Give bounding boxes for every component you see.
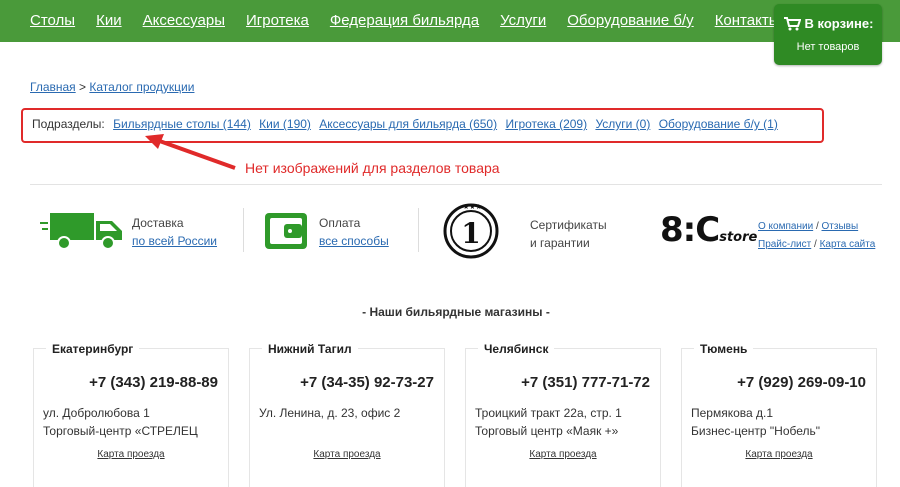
shopping-cart-icon (783, 16, 801, 30)
subsections-label: Подразделы: (32, 117, 105, 131)
shop-address: Пермякова д.1 Бизнес-центр "Нобель" (691, 404, 820, 440)
subsection-link-accessories[interactable]: Аксессуары для бильярда (650) (319, 117, 497, 131)
shop-address-line1: Троицкий тракт 22а, стр. 1 (475, 406, 622, 420)
shop-city: Екатеринбург (46, 342, 140, 356)
shop-map-link[interactable]: Карта проезда (745, 449, 812, 460)
nav-item-services[interactable]: Услуги (500, 12, 546, 29)
feature-delivery-title: Доставка (132, 216, 184, 230)
store-logo-mark: 8:C (660, 210, 720, 250)
shop-address-line1: Пермякова д.1 (691, 406, 774, 420)
shop-card: Тюмень +7 (929) 269-09-10 Пермякова д.1 … (681, 342, 877, 487)
annotation-arrow-icon (145, 134, 236, 170)
link-sitemap[interactable]: Карта сайта (820, 239, 876, 250)
shop-address-line2: Торговый центр «Маяк +» (475, 424, 619, 438)
store-logo-sub: store (719, 230, 758, 245)
shop-address-line1: Ул. Ленина, д. 23, офис 2 (259, 406, 401, 420)
breadcrumb-separator: > (79, 80, 87, 94)
feature-payment: Оплата все способы (319, 216, 389, 271)
top-nav: Столы Кии Аксессуары Игротека Федерация … (0, 0, 900, 42)
feature-payment-title: Оплата (319, 216, 361, 230)
feature-payment-link[interactable]: все способы (319, 234, 389, 248)
subsection-link-cues[interactable]: Кии (190) (259, 117, 311, 131)
shop-phone: +7 (929) 269-09-10 (737, 374, 866, 391)
nav-item-tables[interactable]: Столы (30, 12, 75, 29)
nav-item-federation[interactable]: Федерация бильярда (330, 12, 479, 29)
cart-widget[interactable]: В корзине: Нет товаров (774, 4, 882, 65)
shop-address-line1: ул. Добролюбова 1 (43, 406, 150, 420)
wallet-icon (265, 213, 307, 249)
feature-divider (243, 208, 244, 252)
shop-phone: +7 (343) 219-88-89 (89, 374, 218, 391)
store-links: О компании / Отзывы Прайс-лист / Карта с… (758, 218, 875, 254)
link-reviews[interactable]: Отзывы (822, 221, 859, 232)
shop-address: Троицкий тракт 22а, стр. 1 Торговый цент… (475, 404, 622, 440)
cart-status: Нет товаров (796, 41, 860, 53)
feature-certificates-line2: и гарантии (530, 236, 590, 250)
certificate-badge-icon: ★★★ 1 (443, 203, 499, 259)
shop-map-link[interactable]: Карта проезда (529, 449, 596, 460)
breadcrumb-current[interactable]: Каталог продукции (89, 80, 194, 94)
feature-certificates: Сертификаты и гарантии (530, 216, 607, 271)
shop-card: Нижний Тагил +7 (34-35) 92-73-27 Ул. Лен… (249, 342, 445, 487)
annotation-text: Нет изображений для разделов товара (245, 160, 500, 176)
shop-city: Нижний Тагил (262, 342, 358, 356)
shop-city: Челябинск (478, 342, 555, 356)
subsection-link-games[interactable]: Игротека (209) (505, 117, 587, 131)
shop-address-line2: Бизнес-центр "Нобель" (691, 424, 821, 438)
shop-map-link[interactable]: Карта проезда (313, 449, 380, 460)
shop-card: Екатеринбург +7 (343) 219-88-89 ул. Добр… (33, 342, 229, 487)
shop-address: ул. Добролюбова 1 Торговый-центр «СТРЕЛЕ… (43, 404, 198, 440)
shop-address-line2: Торговый-центр «СТРЕЛЕЦ (43, 424, 198, 438)
delivery-truck-icon (40, 213, 122, 250)
cart-title-row: В корзине: (774, 16, 882, 31)
divider (30, 184, 882, 185)
subsection-link-services[interactable]: Услуги (0) (595, 117, 650, 131)
shop-phone: +7 (351) 777-71-72 (521, 374, 650, 391)
breadcrumb: Главная > Каталог продукции (30, 80, 194, 94)
shop-phone: +7 (34-35) 92-73-27 (300, 374, 434, 391)
shops-title: - Наши бильярдные магазины - (362, 305, 550, 319)
link-about[interactable]: О компании (758, 221, 813, 232)
nav-item-cues[interactable]: Кии (96, 12, 122, 29)
subsection-link-tables[interactable]: Бильярдные столы (144) (113, 117, 251, 131)
feature-certificates-line1: Сертификаты (530, 218, 607, 232)
nav-item-games[interactable]: Игротека (246, 12, 309, 29)
shop-city: Тюмень (694, 342, 754, 356)
store-logo: 8:Cstore (660, 210, 757, 250)
subsection-link-used-equipment[interactable]: Оборудование б/у (1) (659, 117, 778, 131)
shop-card: Челябинск +7 (351) 777-71-72 Троицкий тр… (465, 342, 661, 487)
certificate-badge-number: 1 (461, 217, 480, 250)
nav-item-contacts[interactable]: Контакты (715, 12, 780, 29)
link-pricelist[interactable]: Прайс-лист (758, 239, 811, 250)
nav-item-used-equipment[interactable]: Оборудование б/у (567, 12, 693, 29)
svg-text:★★★: ★★★ (463, 203, 482, 211)
links-separator: / (814, 239, 817, 250)
nav-item-accessories[interactable]: Аксессуары (143, 12, 225, 29)
shop-address: Ул. Ленина, д. 23, офис 2 (259, 404, 400, 422)
shop-map-link[interactable]: Карта проезда (97, 449, 164, 460)
links-separator: / (815, 221, 819, 232)
feature-delivery: Доставка по всей России (132, 216, 217, 271)
feature-delivery-link[interactable]: по всей России (132, 234, 217, 248)
breadcrumb-home[interactable]: Главная (30, 80, 76, 94)
cart-title: В корзине: (804, 16, 874, 31)
feature-divider (418, 208, 419, 252)
